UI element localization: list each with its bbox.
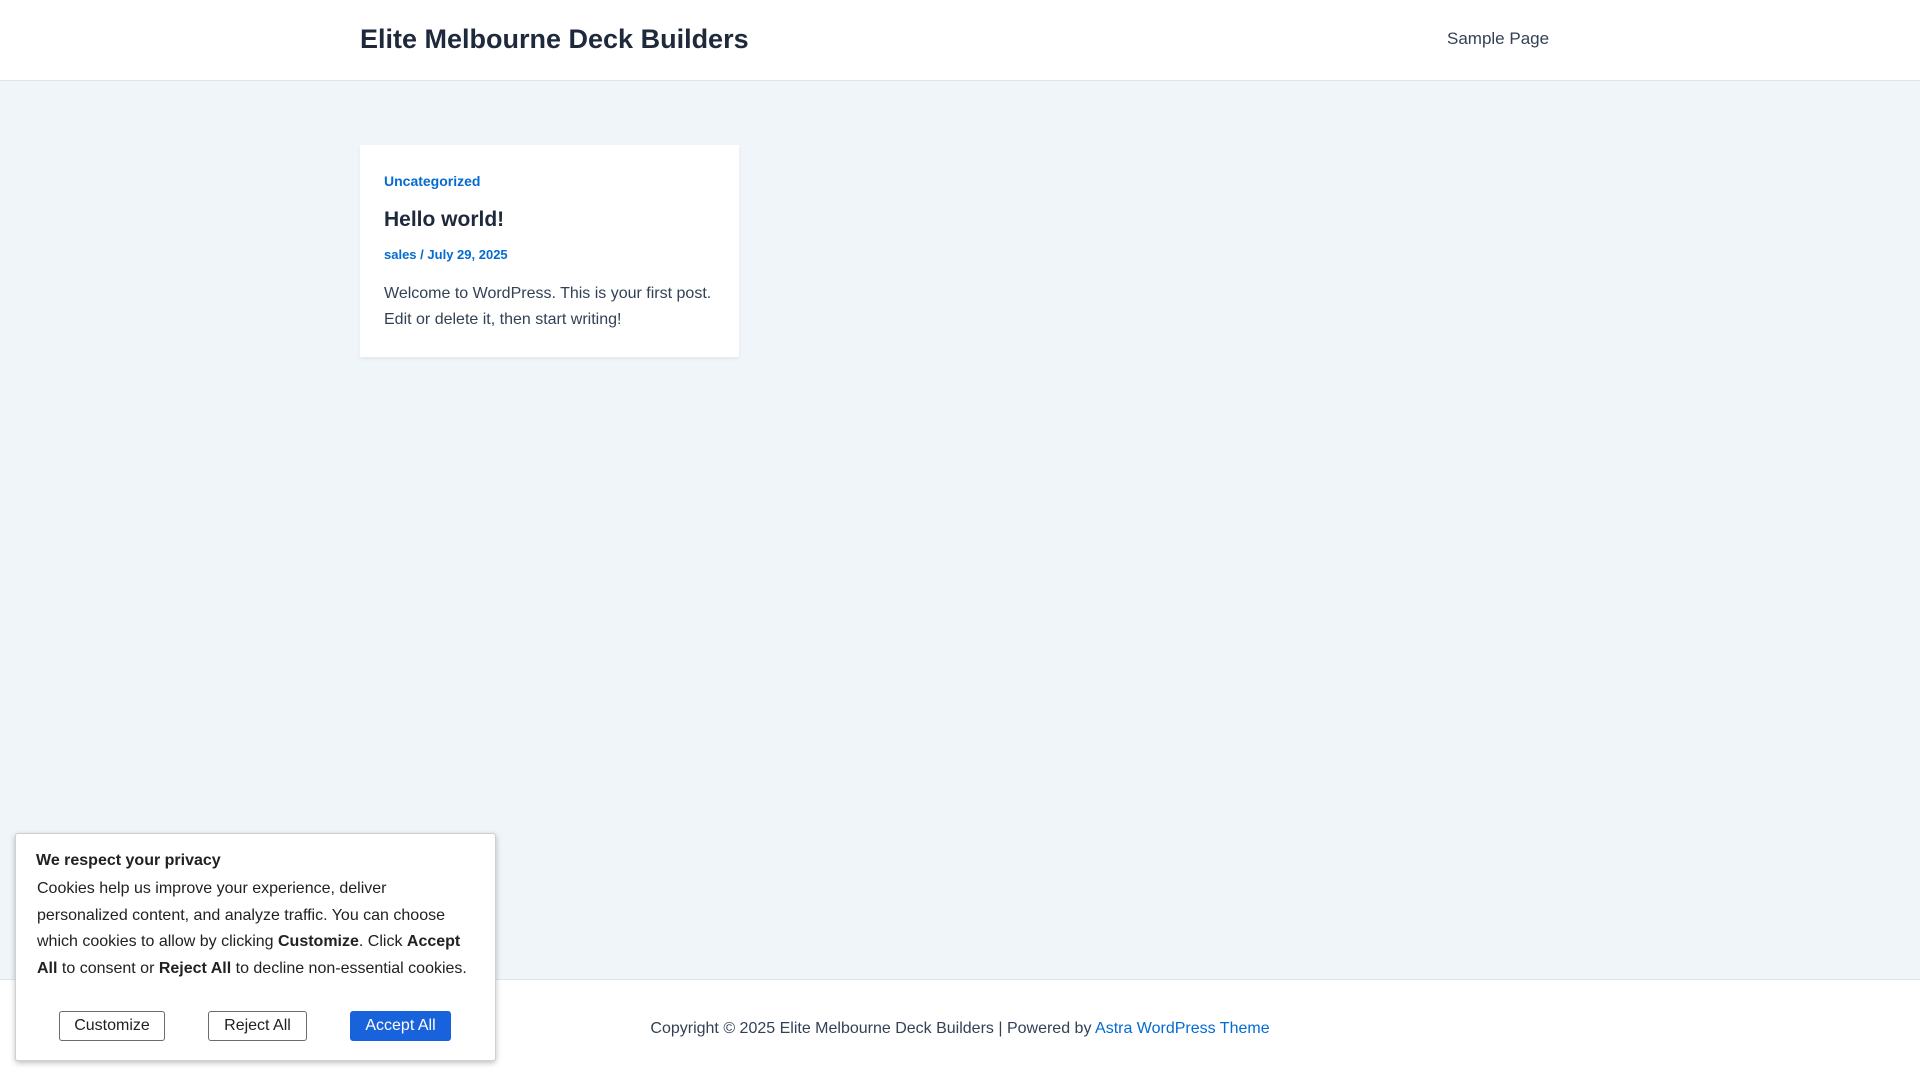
cookie-banner-title: We respect your privacy xyxy=(36,852,221,869)
cookie-text-part: to decline non-essential cookies. xyxy=(231,959,467,977)
site-header: Elite Melbourne Deck Builders Sample Pag… xyxy=(0,0,1920,81)
post-author-link[interactable]: sales xyxy=(384,247,417,262)
cookie-customize-button[interactable]: Customize xyxy=(59,1011,165,1041)
post-title-link[interactable]: Hello world! xyxy=(384,208,504,232)
post-meta: sales / July 29, 2025 xyxy=(384,247,508,262)
footer-copyright-text: Copyright © 2025 Elite Melbourne Deck Bu… xyxy=(650,1020,1092,1037)
cookie-text-part: to consent or xyxy=(57,959,159,977)
cookie-banner-description: Cookies help us improve your experience,… xyxy=(37,876,477,982)
post-meta-separator: / xyxy=(420,247,424,262)
cookie-text-part: . Click xyxy=(358,933,407,950)
cookie-text-reject-emphasis: Reject All xyxy=(158,959,232,977)
cookie-accept-all-button[interactable]: Accept All xyxy=(350,1011,451,1041)
post-excerpt: Welcome to WordPress. This is your first… xyxy=(384,285,712,328)
post-date-link[interactable]: July 29, 2025 xyxy=(427,247,507,262)
footer-theme-link[interactable]: Astra WordPress Theme xyxy=(1095,1020,1270,1037)
post-card: Uncategorized Hello world! sales / July … xyxy=(360,145,739,357)
cookie-consent-banner: We respect your privacy Cookies help us … xyxy=(15,833,496,1061)
nav-item-sample-page[interactable]: Sample Page xyxy=(1447,29,1549,49)
cookie-reject-all-button[interactable]: Reject All xyxy=(208,1011,307,1041)
post-category-link[interactable]: Uncategorized xyxy=(384,173,480,189)
cookie-text-customize-emphasis: Customize xyxy=(278,933,359,950)
site-title-link[interactable]: Elite Melbourne Deck Builders xyxy=(360,20,749,58)
